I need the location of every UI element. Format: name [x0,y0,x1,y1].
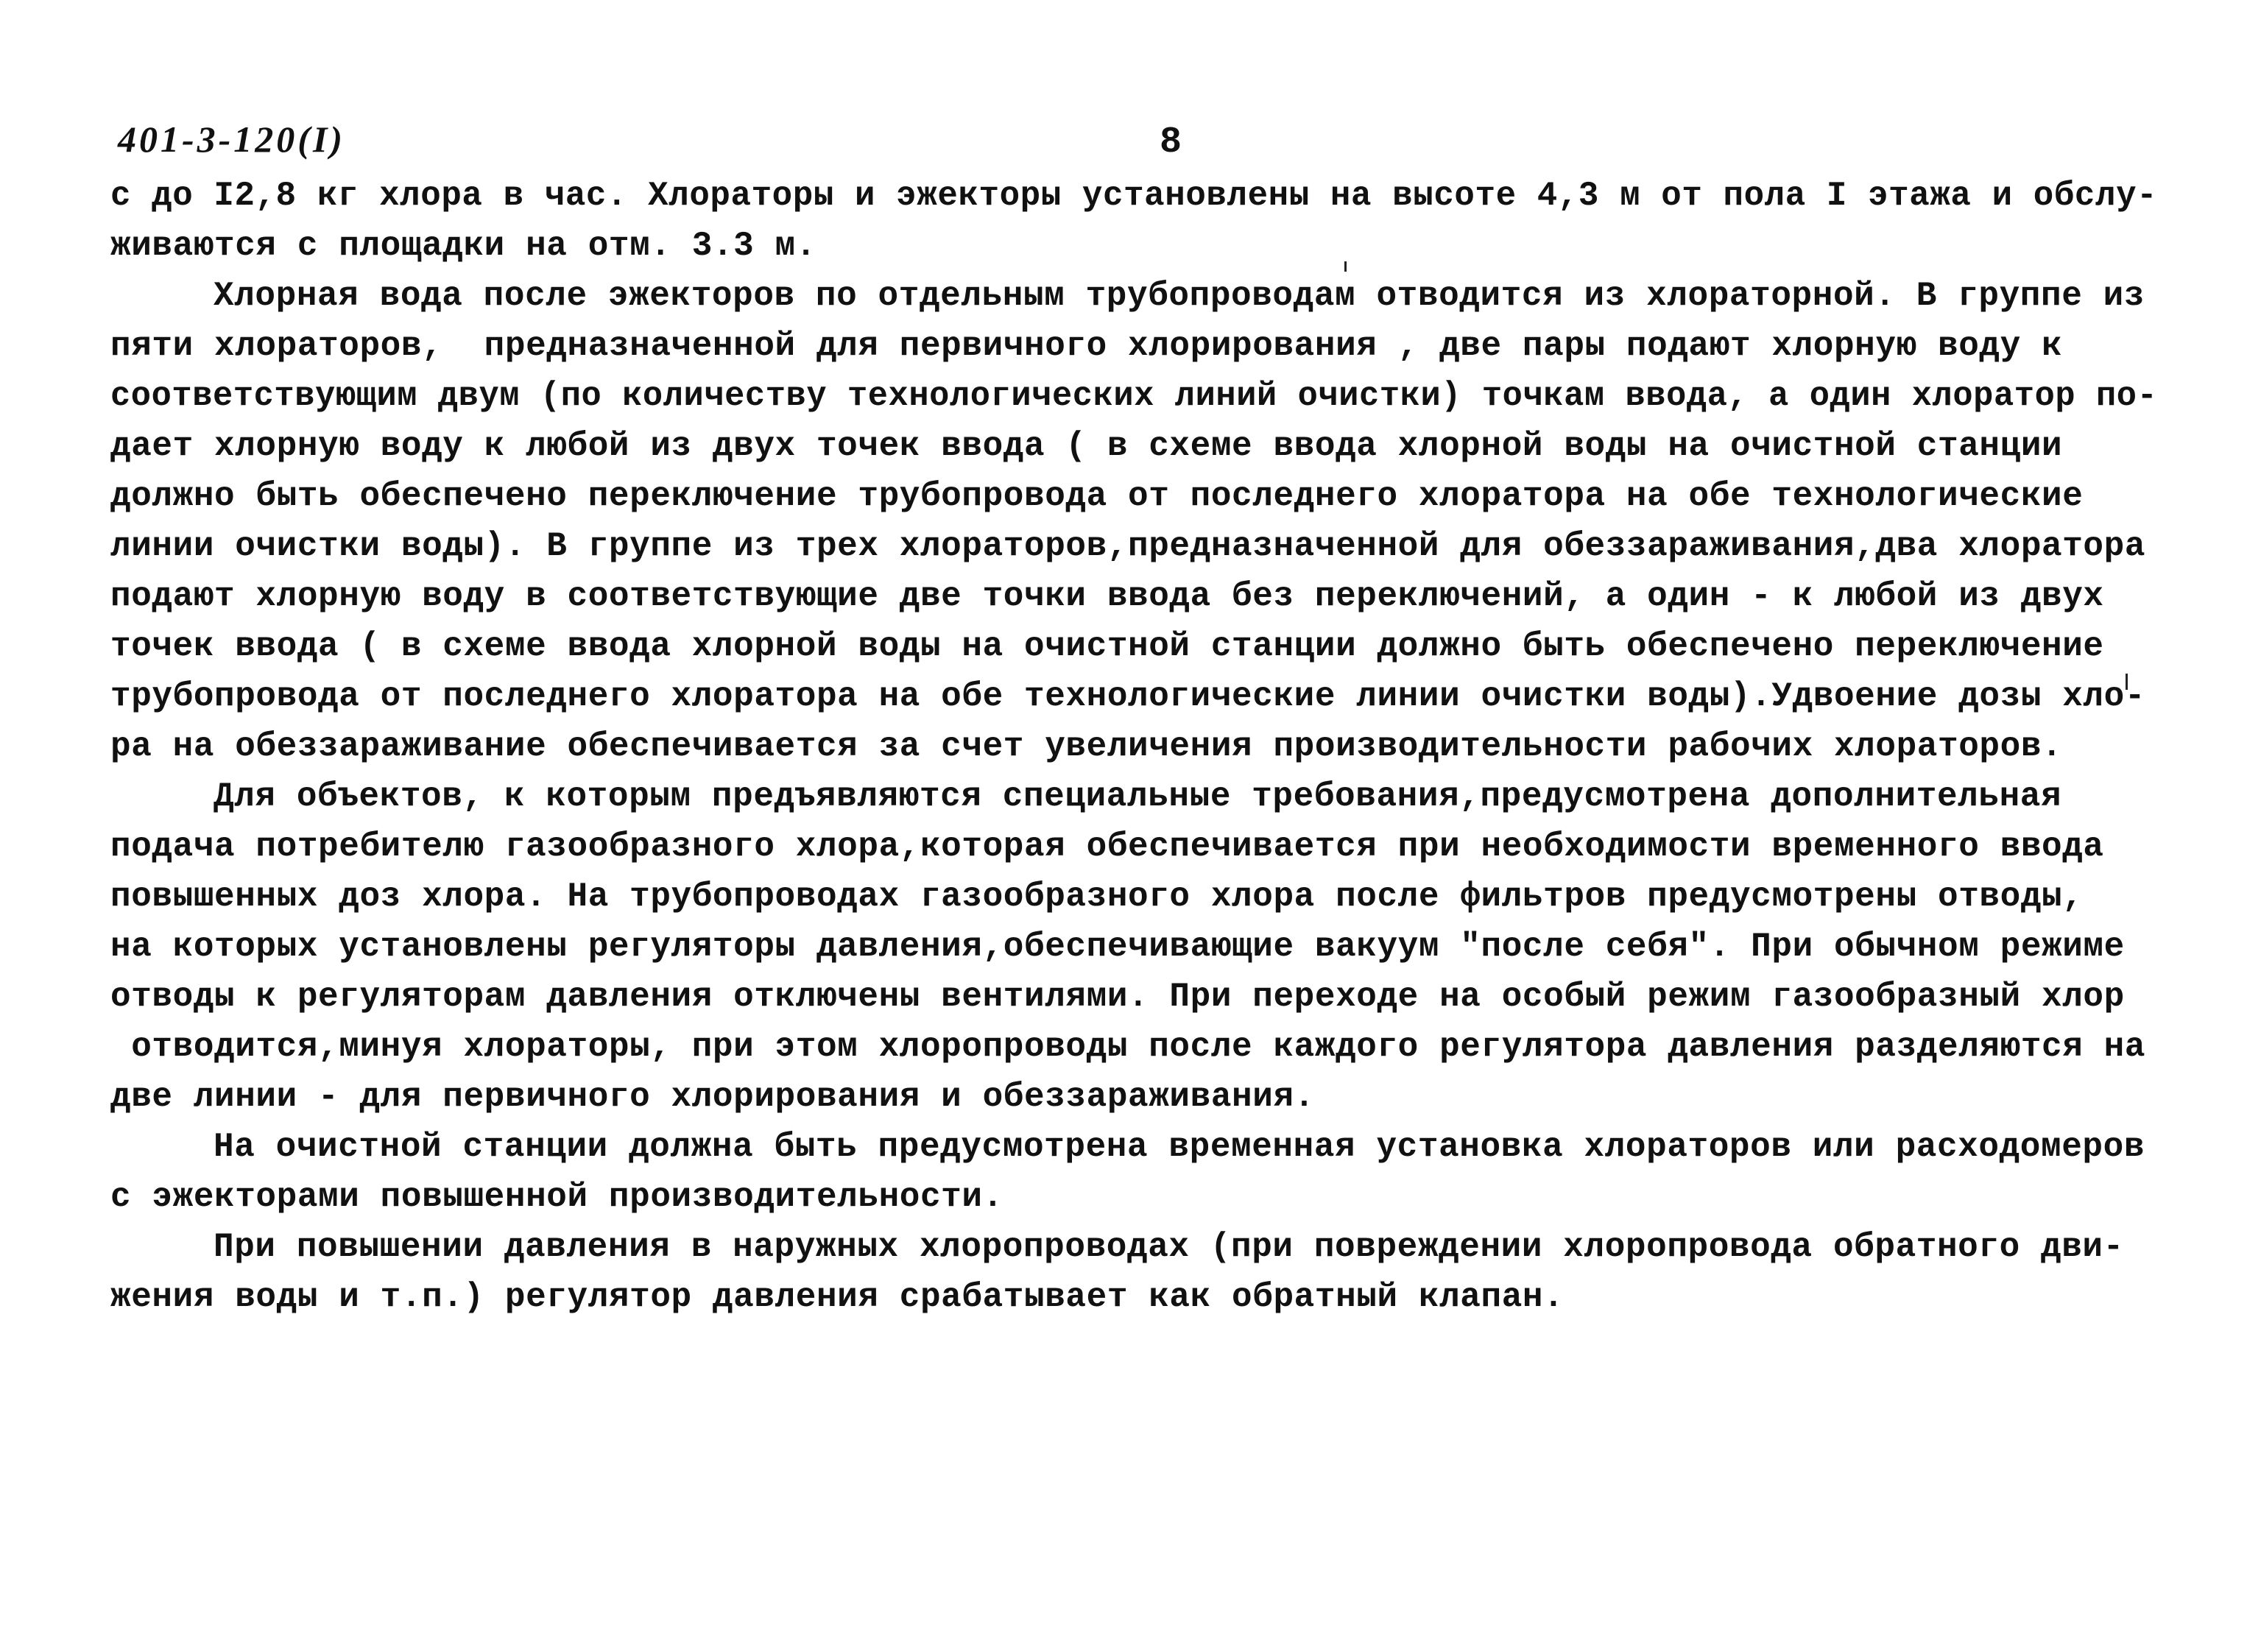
scan-artifact [1344,261,1347,272]
text-line: Хлорная вода после эжекторов по отдельны… [214,277,2145,315]
text-line: трубопровода от последнего хлоратора на … [110,677,2146,716]
text-line: должно быть обеспечено переключение труб… [110,477,2084,515]
text-line: подают хлорную воду в соответствующие дв… [110,577,2104,615]
text-line: дает хлорную воду к любой из двух точек … [110,427,2063,465]
text-line: с до I2,8 кг хлора в час. Хлораторы и эж… [110,177,2158,215]
text-line: При повышении давления в наружных хлороп… [214,1228,2124,1266]
text-line: соответствующим двум (по количеству техн… [110,377,2158,415]
text-line: точек ввода ( в схеме ввода хлорной воды… [110,627,2104,666]
text-line: две линии - для первичного хлорирования … [110,1078,1315,1116]
text-line: ра на обеззараживание обеспечивается за … [110,727,2063,766]
text-line: повышенных доз хлора. На трубопроводах г… [110,878,2084,916]
text-line: живаются с площадки на отм. 3.3 м. [110,227,816,265]
text-line: с эжекторами повышенной производительнос… [110,1178,1003,1216]
text-line: на которых установлены регуляторы давлен… [110,928,2125,966]
text-line: Для объектов, к которым предъявляются сп… [214,777,2062,816]
text-line: подача потребителю газообразного хлора,к… [110,827,2104,866]
text-line: жения воды и т.п.) регулятор давления ср… [110,1278,1565,1316]
text-line: отводится,минуя хлораторы, при этом хлор… [110,1028,2146,1066]
document-page: 401-3-120(I) 8 с до I2,8 кг хлора в час.… [0,0,2261,1652]
page-number: 8 [1160,121,1182,163]
body-text: с до I2,8 кг хлора в час. Хлораторы и эж… [110,171,2157,1322]
text-line: На очистной станции должна быть предусмо… [214,1128,2145,1166]
text-line: линии очистки воды). В группе из трех хл… [110,527,2146,565]
document-code: 401-3-120(I) [118,119,346,160]
text-line: отводы к регуляторам давления отключены … [110,978,2125,1016]
text-line: пяти хлораторов, предназначенной для пер… [110,327,2063,365]
scan-artifact [2126,674,2128,690]
